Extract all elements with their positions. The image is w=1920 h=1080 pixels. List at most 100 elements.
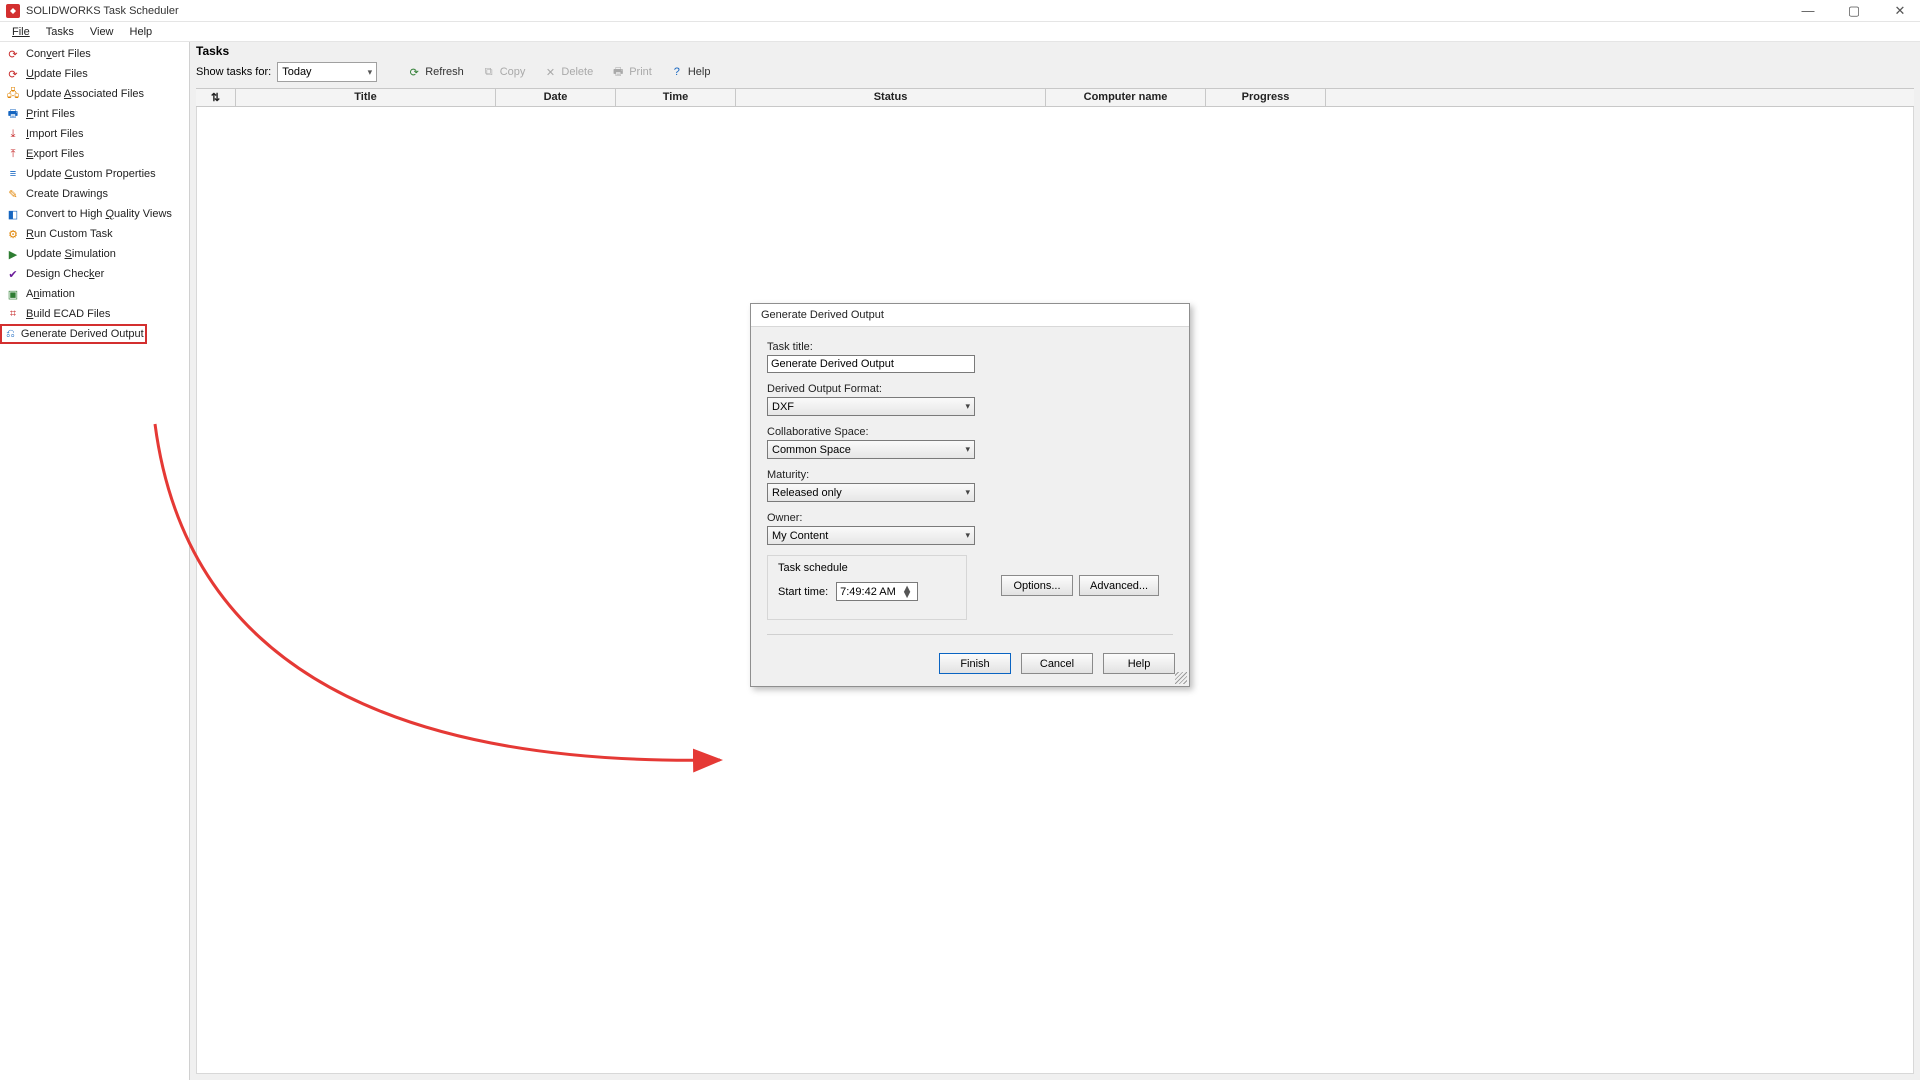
sidebar: ⟳Convert Files⟳Update Files🖧Update Assoc… [0, 42, 190, 1080]
start-time-label: Start time: [778, 586, 828, 598]
sidebar-item-print[interactable]: 🖶 Print Files [0, 104, 189, 124]
filter-label: Show tasks for: [196, 66, 271, 78]
chevron-down-icon: ▾ [368, 67, 373, 78]
filter-value: Today [282, 66, 311, 78]
assoc-icon: 🖧 [6, 87, 20, 101]
tasks-heading: Tasks [196, 44, 1914, 58]
sidebar-item-drawings[interactable]: ✎ Create Drawings [0, 184, 189, 204]
titlebar: SOLIDWORKS Task Scheduler — ▢ ✕ [0, 0, 1920, 22]
cancel-button[interactable]: Cancel [1021, 653, 1093, 674]
close-button[interactable]: ✕ [1886, 3, 1914, 19]
col-computer[interactable]: Computer name [1046, 89, 1206, 106]
sidebar-item-anim[interactable]: ▣Animation [0, 284, 189, 304]
sidebar-item-design[interactable]: ✔ Design Checker [0, 264, 189, 284]
delete-icon: ✕ [543, 65, 557, 79]
dialog-help-button[interactable]: Help [1103, 653, 1175, 674]
format-label: Derived Output Format: [767, 383, 1173, 395]
menu-help[interactable]: Help [122, 24, 161, 40]
collab-label: Collaborative Space: [767, 426, 1173, 438]
app-icon [6, 4, 20, 18]
refresh-button[interactable]: ⟳ Refresh [401, 63, 470, 81]
export-icon: ⤒ [6, 147, 20, 161]
runtask-icon: ⚙ [6, 227, 20, 241]
sidebar-item-label: Run Custom Task [26, 228, 113, 240]
filter-dropdown[interactable]: Today ▾ [277, 62, 377, 82]
finish-button[interactable]: Finish [939, 653, 1011, 674]
sidebar-item-label: Convert to High Quality Views [26, 208, 172, 220]
ecad-icon: ⌗ [6, 307, 20, 321]
sidebar-item-ecad[interactable]: ⌗Build ECAD Files [0, 304, 189, 324]
maturity-label: Maturity: [767, 469, 1173, 481]
col-date[interactable]: Date [496, 89, 616, 106]
help-button[interactable]: ? Help [664, 63, 717, 81]
sidebar-item-label: Design Checker [26, 268, 104, 280]
generate-derived-output-dialog: Generate Derived Output Task title: Deri… [750, 303, 1190, 687]
chevron-down-icon: ▾ [965, 530, 970, 541]
task-title-input[interactable] [767, 355, 975, 373]
convert-icon: ⟳ [6, 47, 20, 61]
col-status[interactable]: Status [736, 89, 1046, 106]
copy-button[interactable]: ⧉ Copy [476, 63, 532, 81]
options-button[interactable]: Options... [1001, 575, 1073, 596]
sidebar-item-convert[interactable]: ⟳Convert Files [0, 44, 189, 64]
sidebar-item-export[interactable]: ⤒Export Files [0, 144, 189, 164]
sidebar-item-hq[interactable]: ◧ Convert to High Quality Views [0, 204, 189, 224]
menu-file[interactable]: File [4, 24, 38, 40]
design-icon: ✔ [6, 267, 20, 281]
advanced-button[interactable]: Advanced... [1079, 575, 1159, 596]
sidebar-item-label: Update Custom Properties [26, 168, 156, 180]
sidebar-item-sim[interactable]: ▶Update Simulation [0, 244, 189, 264]
format-select[interactable]: DXF ▾ [767, 397, 975, 416]
drawings-icon: ✎ [6, 187, 20, 201]
print-icon: 🖶 [611, 65, 625, 79]
table-header: ⇅ Title Date Time Status Computer name P… [196, 88, 1914, 107]
sidebar-item-props[interactable]: ≡ Update Custom Properties [0, 164, 189, 184]
collab-select[interactable]: Common Space ▾ [767, 440, 975, 459]
maximize-button[interactable]: ▢ [1840, 3, 1868, 19]
sidebar-item-assoc[interactable]: 🖧 Update Associated Files [0, 84, 189, 104]
menubar: File Tasks View Help [0, 22, 1920, 42]
col-progress[interactable]: Progress [1206, 89, 1326, 106]
minimize-button[interactable]: — [1794, 3, 1822, 19]
update-icon: ⟳ [6, 67, 20, 81]
resize-grip[interactable] [1175, 672, 1187, 684]
task-schedule-group: Task schedule Start time: 7:49:42 AM ▲▼ [767, 555, 967, 620]
col-time[interactable]: Time [616, 89, 736, 106]
start-time-input[interactable]: 7:49:42 AM ▲▼ [836, 582, 918, 601]
props-icon: ≡ [6, 167, 20, 181]
print-button[interactable]: 🖶 Print [605, 63, 658, 81]
sidebar-item-label: Update Associated Files [26, 88, 144, 100]
chevron-down-icon: ▾ [965, 401, 970, 412]
sidebar-item-label: Create Drawings [26, 188, 108, 200]
menu-tasks[interactable]: Tasks [38, 24, 82, 40]
chevron-down-icon: ▾ [965, 487, 970, 498]
print-icon: 🖶 [6, 107, 20, 121]
sidebar-item-runtask[interactable]: ⚙ Run Custom Task [0, 224, 189, 244]
chevron-down-icon: ▾ [965, 444, 970, 455]
time-spinner[interactable]: ▲▼ [900, 586, 914, 598]
refresh-icon: ⟳ [407, 65, 421, 79]
hq-icon: ◧ [6, 207, 20, 221]
anim-icon: ▣ [6, 287, 20, 301]
maturity-select[interactable]: Released only ▾ [767, 483, 975, 502]
delete-button[interactable]: ✕ Delete [537, 63, 599, 81]
sidebar-item-update[interactable]: ⟳ Update Files [0, 64, 189, 84]
sort-column[interactable]: ⇅ [196, 89, 236, 106]
menu-view[interactable]: View [82, 24, 122, 40]
col-title[interactable]: Title [236, 89, 496, 106]
sidebar-item-label: Import Files [26, 128, 83, 140]
sidebar-item-label: Generate Derived Output [21, 328, 144, 340]
sidebar-item-label: Print Files [26, 108, 75, 120]
dialog-title: Generate Derived Output [751, 304, 1189, 327]
sort-icon: ⇅ [211, 92, 220, 104]
sidebar-item-import[interactable]: ⤓ Import Files [0, 124, 189, 144]
sidebar-item-label: Update Files [26, 68, 88, 80]
task-title-label: Task title: [767, 341, 1173, 353]
derived-icon: ⎌ [6, 327, 15, 341]
owner-label: Owner: [767, 512, 1173, 524]
sidebar-item-derived[interactable]: ⎌ Generate Derived Output [0, 324, 147, 344]
import-icon: ⤓ [6, 127, 20, 141]
sim-icon: ▶ [6, 247, 20, 261]
owner-select[interactable]: My Content ▾ [767, 526, 975, 545]
help-icon: ? [670, 65, 684, 79]
